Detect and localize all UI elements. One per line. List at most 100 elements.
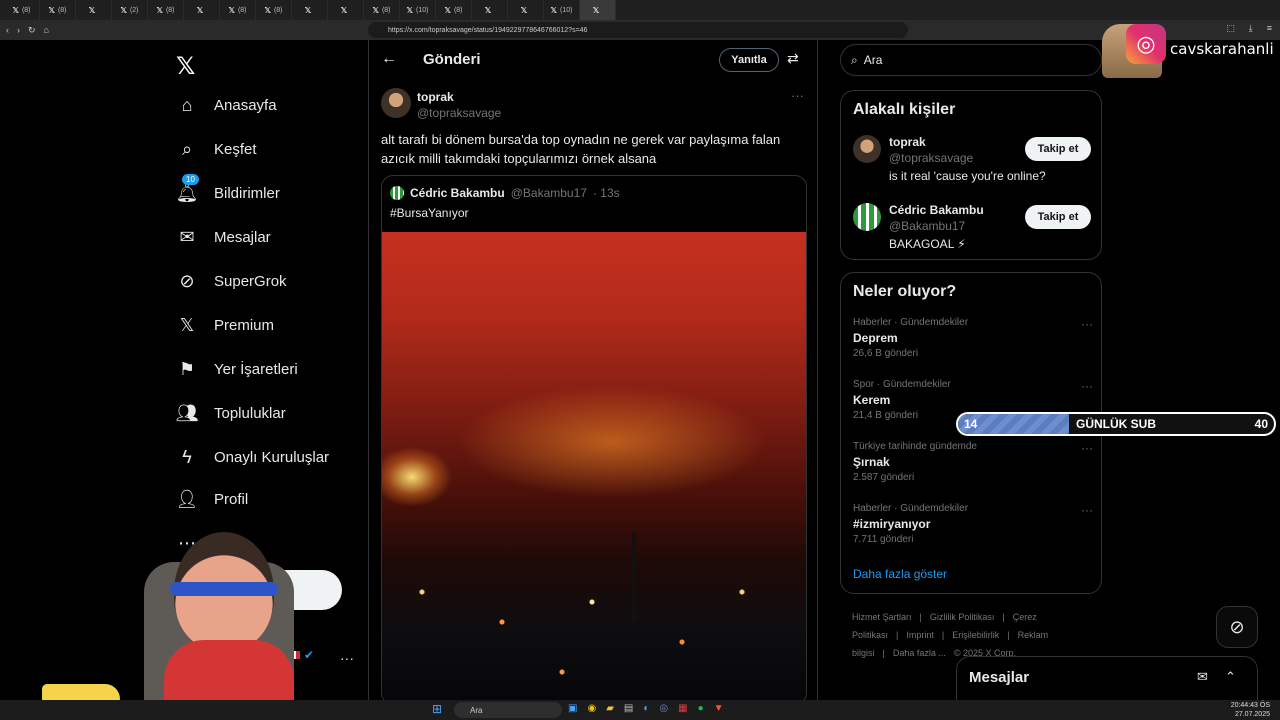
taskbar-search[interactable]: Ara [454,702,562,718]
footer-separator: | [1007,630,1010,640]
app-icon[interactable]: ▤ [624,703,633,714]
search-icon: ⌕ [181,138,193,159]
follow-button[interactable]: Takip et [1025,137,1091,161]
x-logo-icon[interactable]: 𝕏 [176,52,195,81]
browser-tab-bar: 𝕏 (8) 𝕏 (8) 𝕏 𝕏 (2) 𝕏 (8) 𝕏 𝕏 (8) 𝕏 (8) 𝕏 𝕏 𝕏 (8) 𝕏 (10) 𝕏 (8… [0,0,1280,20]
nav-item-grok[interactable]: ⊘ SuperGrok [176,270,286,292]
footer-link[interactable]: Hizmet Şartları [852,612,912,622]
post-media-image[interactable] [382,232,806,704]
person-handle: @Bakambu17 [889,219,966,233]
profile-icon: 👤︎ [175,488,199,509]
browser-tab[interactable]: 𝕏 (2) [112,0,148,20]
nav-item-profile[interactable]: 👤︎ Profil [175,488,249,510]
browser-tab[interactable]: 𝕏 [580,0,616,20]
app-icon[interactable]: ▣ [568,703,577,714]
trend-item[interactable]: Haberler · Gündemdekiler #izmiryanıyor 7.7… [853,503,1093,559]
trend-more-icon[interactable]: ··· [1081,379,1093,393]
trend-item[interactable]: Haberler · Gündemdekiler Deprem 26,6 B gön… [853,317,1093,373]
filter-settings-icon[interactable]: ⇄ [787,50,799,67]
x-logo-icon: 𝕏 [48,5,55,15]
folder-icon[interactable]: ▰ [606,703,614,714]
trend-count: 2.587 gönderi [853,472,915,483]
browser-tab[interactable]: 𝕏 [184,0,220,20]
x-logo-icon: 𝕏 [264,5,271,15]
verified-icon: ✔ [304,648,315,662]
nav-item-search[interactable]: ⌕ Keşfet [176,138,257,160]
brave-icon[interactable]: ▼ [714,703,724,714]
expand-icon[interactable]: ⌃ [1225,669,1236,685]
browser-tab[interactable]: 𝕏 (8) [4,0,40,20]
discord-icon[interactable]: ◎ [659,703,668,714]
author-handle[interactable]: @topraksavage [417,106,501,120]
nav-item-home[interactable]: ⌂ Anasayfa [176,94,277,116]
browser-tab[interactable]: 𝕏 [76,0,112,20]
avatar[interactable] [381,88,411,118]
back-arrow-icon[interactable]: ← [381,50,397,68]
sub-goal: 40 [1254,417,1268,431]
quoted-post[interactable]: Cédric Bakambu @Bakambu17 · 13s #BursaYa… [381,175,807,705]
spotify-icon[interactable]: ● [698,703,704,714]
browser-tab[interactable]: 𝕏 (8) [148,0,184,20]
headset [170,582,278,596]
browser-tab[interactable]: 𝕏 (10) [544,0,580,20]
reload-icon[interactable]: ↻ [28,25,36,36]
x-logo-icon: 𝕏 [550,5,557,15]
x-logo-icon: 𝕏 [340,5,348,15]
footer-link[interactable]: Gizlilik Politikası [930,612,995,622]
chrome-icon[interactable]: ◉ [587,703,596,714]
trend-more-icon[interactable]: ··· [1081,503,1093,517]
url-field[interactable]: https://x.com/topraksavage/status/194922… [368,22,908,38]
streamer-shirt [164,640,294,700]
x-logo-icon: 𝕏 [484,5,492,15]
browser-tab[interactable]: 𝕏 [508,0,544,20]
trend-item[interactable]: Türkiye tarihinde gündemde Şırnak 2.587 gö… [853,441,1093,497]
post-header: ← Gönderi Yanıtla ⇄ [369,40,817,82]
messages-drawer[interactable]: Mesajlar ✉ ⌃ [956,656,1258,704]
more-dots-icon[interactable]: ··· [340,650,354,666]
back-icon[interactable]: ‹ [6,25,9,35]
windows-start-icon[interactable]: ⊞ [432,702,442,716]
reply-button[interactable]: Yanıtla [719,48,779,72]
browser-tab[interactable]: 𝕏 (8) [40,0,76,20]
nav-item-lightning[interactable]: ϟ Onaylı Kuruluşlar [176,446,329,468]
quoted-author-name: Cédric Bakambu [410,186,505,200]
sub-label: GÜNLÜK SUB [1076,417,1156,431]
browser-tab[interactable]: 𝕏 [472,0,508,20]
avatar [853,135,881,163]
trend-more-icon[interactable]: ··· [1081,441,1093,455]
nav-item-x[interactable]: 𝕏 Premium [176,314,274,336]
quoted-post-time: · 13s [592,186,620,200]
browser-tab[interactable]: 𝕏 (8) [436,0,472,20]
app-icon[interactable]: ▦ [678,703,687,714]
quoted-post-header: Cédric Bakambu @Bakambu17 · 13s [390,186,620,200]
footer-link[interactable]: Daha fazla ... [893,648,946,658]
nav-item-communities[interactable]: 👥︎ Topluluklar [176,402,286,424]
forward-icon[interactable]: › [17,25,20,35]
follow-button[interactable]: Takip et [1025,205,1091,229]
post-more-icon[interactable]: ··· [791,88,804,103]
new-message-icon[interactable]: ✉ [1197,669,1208,685]
app-icon[interactable]: ◐ [643,703,649,714]
show-more-link[interactable]: Daha fazla göster [853,567,947,581]
browser-tab[interactable]: 𝕏 [328,0,364,20]
nav-item-bell[interactable]: 🔔︎ 10 Bildirimler [176,174,280,204]
nav-item-mail[interactable]: ✉ Mesajlar [176,226,270,248]
home-icon[interactable]: ⌂ [44,25,49,35]
browser-tab[interactable]: 𝕏 (8) [220,0,256,20]
related-person[interactable]: toprak @topraksavage is it real 'cause y… [853,135,1093,195]
author-name[interactable]: toprak [417,90,454,104]
nav-item-bookmark[interactable]: ⚑ Yer İşaretleri [176,358,298,380]
browser-tab[interactable]: 𝕏 (10) [400,0,436,20]
footer-link[interactable]: Imprint [906,630,934,640]
trend-more-icon[interactable]: ··· [1081,317,1093,331]
minaret-silhouette [632,532,636,622]
tab-label: (8) [57,6,67,14]
footer-link[interactable]: Erişilebilirlik [952,630,999,640]
grok-button[interactable]: ⊘ [1216,606,1258,648]
browser-tab[interactable]: 𝕏 (8) [256,0,292,20]
related-person[interactable]: Cédric Bakambu @Bakambu17 BAKAGOAL ⚡ Tak… [853,203,1093,263]
browser-tab[interactable]: 𝕏 (8) [364,0,400,20]
clock-date: 27.07.2025 [1234,711,1270,718]
browser-tab[interactable]: 𝕏 [292,0,328,20]
search-input[interactable]: ⌕ Ara [840,44,1102,76]
